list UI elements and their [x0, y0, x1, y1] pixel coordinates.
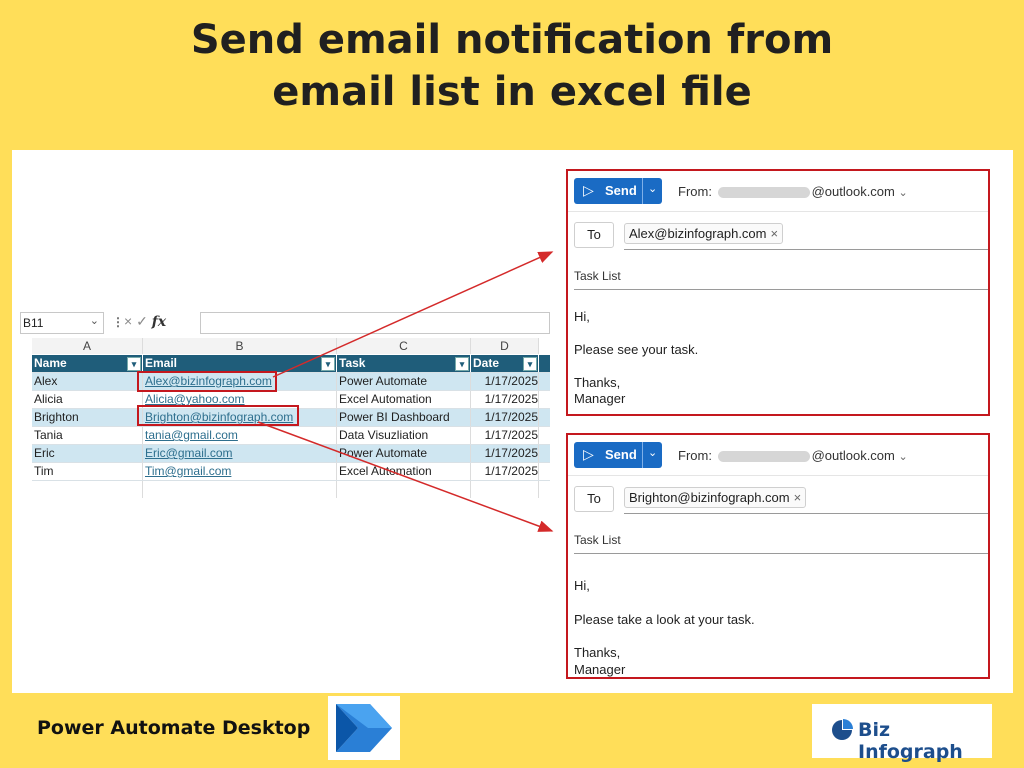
from-field[interactable]: From: @outlook.com ⌄ [678, 448, 908, 463]
close-icon[interactable]: × [770, 226, 778, 241]
subject-underline [574, 289, 988, 290]
from-label: From: [678, 448, 712, 463]
from-field[interactable]: From: @outlook.com ⌄ [678, 184, 908, 199]
footer-label: Power Automate Desktop [37, 717, 311, 739]
divider [568, 211, 988, 212]
send-button[interactable]: ▷ Send ⌄ [574, 442, 662, 468]
body-message: Please see your task. [574, 342, 699, 357]
subject-underline [574, 553, 988, 554]
from-domain: @outlook.com [811, 184, 895, 199]
chevron-down-icon[interactable]: ⌄ [899, 187, 908, 199]
chevron-down-icon[interactable]: ⌄ [899, 451, 908, 463]
pie-chart-icon [832, 719, 853, 740]
biz-infograph-logo: Biz Infograph [812, 704, 992, 763]
recipient-chip[interactable]: Alex@bizinfograph.com × [624, 223, 784, 244]
chevron-down-icon[interactable]: ⌄ [648, 182, 657, 195]
power-automate-logo [328, 696, 400, 760]
redacted-username [717, 451, 810, 463]
to-underline [624, 249, 988, 250]
redacted-username [717, 187, 810, 199]
to-button[interactable]: To [574, 222, 614, 248]
email-compose-2: ▷ Send ⌄ From: @outlook.com ⌄ To Brighto… [566, 433, 990, 679]
email-compose-1: ▷ Send ⌄ From: @outlook.com ⌄ To Alex@bi… [566, 169, 990, 416]
body-signature: Manager [574, 662, 626, 677]
send-icon: ▷ [583, 182, 594, 198]
power-automate-icon [336, 704, 392, 752]
send-icon: ▷ [583, 446, 594, 462]
chevron-down-icon[interactable]: ⌄ [648, 446, 657, 459]
logo-text: Biz Infograph [858, 719, 963, 763]
send-button[interactable]: ▷ Send ⌄ [574, 178, 662, 204]
to-button[interactable]: To [574, 486, 614, 512]
body-greeting: Hi, [574, 578, 590, 593]
body-thanks: Thanks, [574, 645, 621, 660]
divider [568, 475, 988, 476]
send-label: Send [605, 447, 637, 462]
arrow-to-email-2 [257, 421, 554, 532]
to-underline [624, 513, 988, 514]
from-label: From: [678, 184, 712, 199]
subject-field[interactable]: Task List [574, 269, 621, 283]
recipient-email: Alex@bizinfograph.com [629, 226, 767, 241]
send-divider [642, 442, 643, 468]
send-divider [642, 178, 643, 204]
body-message: Please take a look at your task. [574, 612, 755, 627]
send-label: Send [605, 183, 637, 198]
body-thanks: Thanks, [574, 375, 621, 390]
subject-field[interactable]: Task List [574, 533, 621, 547]
recipient-email: Brighton@bizinfograph.com [629, 490, 790, 505]
from-domain: @outlook.com [811, 448, 895, 463]
close-icon[interactable]: × [794, 490, 802, 505]
body-signature: Manager [574, 391, 626, 406]
arrow-to-email-1 [272, 251, 554, 378]
body-greeting: Hi, [574, 309, 590, 324]
recipient-chip[interactable]: Brighton@bizinfograph.com × [624, 487, 807, 508]
